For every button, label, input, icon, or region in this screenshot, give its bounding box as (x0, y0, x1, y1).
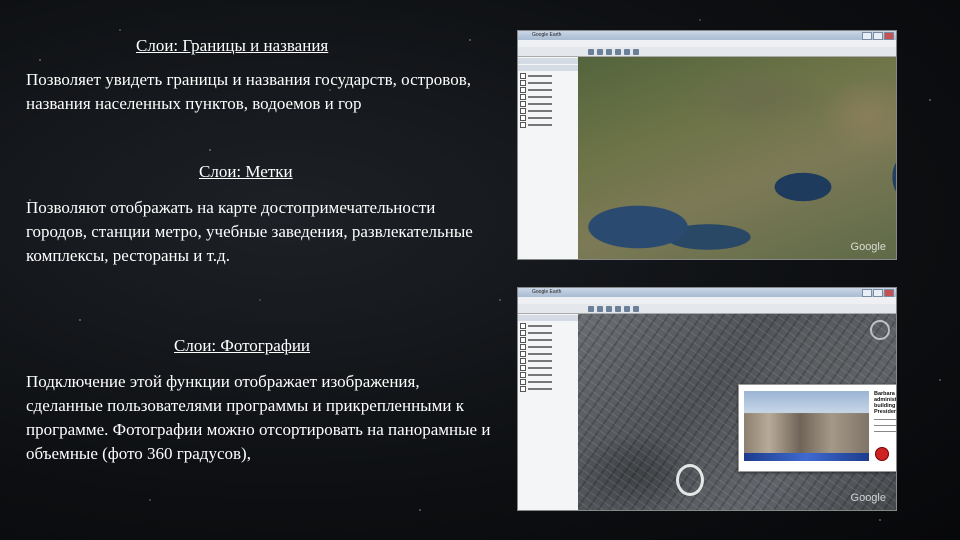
section-heading-borders: Слои: Границы и названия (136, 36, 329, 55)
window-controls (862, 289, 894, 297)
photo-popup: Barbara Sheet - the administrative build… (738, 384, 897, 472)
window-titlebar: Google Earth (518, 288, 896, 297)
maximize-icon (873, 289, 883, 297)
popup-body (874, 418, 896, 432)
toolbar-icon (588, 48, 594, 55)
search-panel (518, 58, 578, 64)
layer-row (520, 114, 576, 121)
satellite-map-city: Barbara Sheet - the administrative build… (578, 314, 896, 510)
layer-row (520, 72, 576, 79)
minimize-icon (862, 32, 872, 40)
toolbar-icon (615, 48, 621, 55)
close-icon (884, 32, 894, 40)
window-title: Google Earth (532, 289, 562, 295)
layer-row (520, 107, 576, 114)
menu-bar (518, 40, 896, 47)
layer-row (520, 93, 576, 100)
layer-row (520, 385, 576, 392)
layer-row (520, 343, 576, 350)
toolbar (518, 47, 896, 57)
window-title: Google Earth (532, 32, 562, 38)
toolbar-icon (624, 305, 630, 312)
toolbar-icon (597, 48, 603, 55)
layers-sidebar (518, 314, 579, 510)
layer-row (520, 350, 576, 357)
close-icon (884, 289, 894, 297)
section-heading-placemarks: Слои: Метки (199, 162, 293, 181)
layer-row (520, 121, 576, 128)
toolbar-icon (624, 48, 630, 55)
layer-row (520, 336, 576, 343)
section-text-placemarks: Позволяют отображать на карте достоприме… (26, 198, 473, 265)
panoramio-logo-icon (875, 447, 889, 461)
section-text-borders: Позволяет увидеть границы и названия гос… (26, 70, 471, 113)
section-heading-photos: Слои: Фотографии (174, 336, 311, 355)
toolbar-icon (633, 48, 639, 55)
layer-row (520, 329, 576, 336)
maximize-icon (873, 32, 883, 40)
toolbar-icon (633, 305, 639, 312)
google-watermark: Google (850, 492, 886, 504)
toolbar-icon (597, 305, 603, 312)
panorama-photo (744, 391, 869, 453)
layer-row (520, 357, 576, 364)
panorama-strip (744, 453, 869, 461)
layer-row (520, 79, 576, 86)
section-text-photos: Подключение этой функции отображает изоб… (26, 372, 491, 463)
compass-icon (870, 320, 890, 340)
google-earth-screenshot-photos: Google Earth Barbara Sheet - the adminis… (517, 287, 897, 511)
search-panel (518, 315, 578, 321)
toolbar-icon (615, 305, 621, 312)
toolbar-icon (606, 48, 612, 55)
minimize-icon (862, 289, 872, 297)
stadium-marker (676, 464, 704, 496)
toolbar-icon (606, 305, 612, 312)
toolbar-icon (588, 305, 594, 312)
popup-title: Barbara Sheet - the administrative build… (874, 391, 897, 415)
layer-row (520, 371, 576, 378)
places-panel (518, 65, 578, 71)
window-titlebar: Google Earth (518, 31, 896, 40)
layer-row (520, 364, 576, 371)
menu-bar (518, 297, 896, 304)
layers-sidebar (518, 57, 579, 259)
popup-description: Barbara Sheet - the administrative build… (874, 391, 897, 432)
satellite-map-europe: Google (578, 57, 896, 259)
layer-row (520, 86, 576, 93)
google-earth-screenshot-borders: Google Earth Google (517, 30, 897, 260)
layer-row (520, 378, 576, 385)
layer-row (520, 322, 576, 329)
window-controls (862, 32, 894, 40)
google-watermark: Google (850, 241, 886, 253)
layer-row (520, 100, 576, 107)
toolbar (518, 304, 896, 314)
